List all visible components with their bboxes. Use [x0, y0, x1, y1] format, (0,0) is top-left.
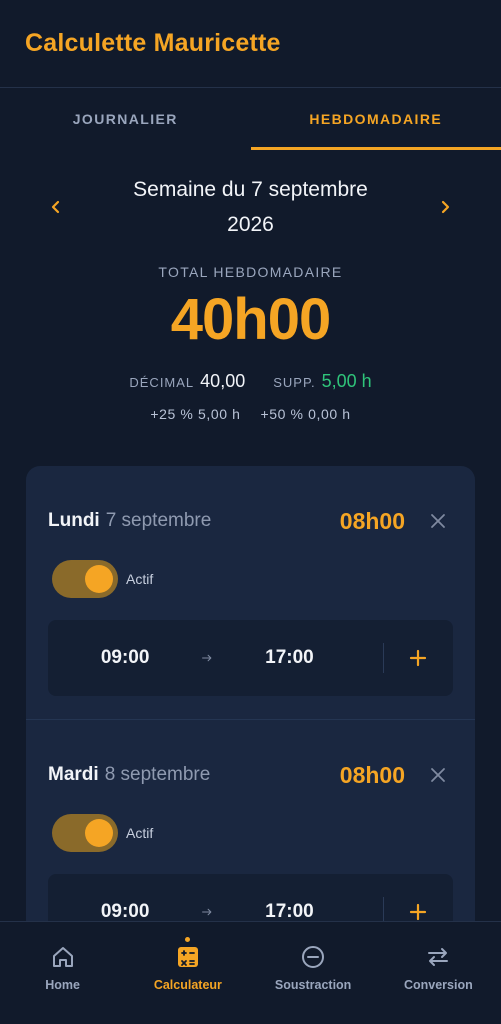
toggle-knob — [85, 819, 113, 847]
day-hours: 08h00 — [339, 507, 405, 534]
total-value: 40h00 — [170, 287, 331, 352]
minus-circle-icon — [302, 946, 325, 968]
arrow-right-icon — [202, 651, 212, 665]
decimal-label: DÉCIMAL — [129, 375, 195, 390]
toggle-label: Actif — [126, 825, 154, 841]
next-week-button[interactable] — [429, 191, 461, 223]
nav-home[interactable]: Home — [0, 922, 125, 1024]
close-icon — [431, 768, 445, 782]
day-name: Mardi — [48, 764, 99, 785]
end-time[interactable]: 17:00 — [212, 647, 366, 669]
add-slot-button[interactable] — [384, 903, 453, 921]
day-hours: 08h00 — [339, 761, 405, 788]
day-card-lundi: Lundi 7 septembre 08h00 Actif 09:00 17:0… — [26, 466, 475, 720]
time-slot: 09:00 17:00 — [48, 620, 453, 696]
active-toggle-row: Actif — [48, 814, 453, 852]
total-label: TOTAL HEBDOMADAIRE — [158, 264, 343, 280]
home-icon — [52, 947, 73, 967]
nav-calculateur[interactable]: Calculateur — [125, 922, 250, 1024]
app-root: Calculette Mauricette JOURNALIER HEBDOMA… — [0, 0, 501, 1024]
nav-soustraction[interactable]: Soustraction — [251, 922, 376, 1024]
nav-label: Home — [45, 978, 80, 992]
tab-hebdomadaire[interactable]: HEBDOMADAIRE — [250, 88, 501, 150]
overtime-breakdown: +25 % 5,00 h +50 % 0,00 h — [0, 406, 501, 422]
overtime-25: +25 % 5,00 h — [150, 406, 241, 422]
tab-journalier[interactable]: JOURNALIER — [0, 88, 251, 150]
end-time[interactable]: 17:00 — [212, 901, 366, 923]
week-title-line2: 2026 — [227, 213, 274, 236]
tab-bar: JOURNALIER HEBDOMADAIRE — [0, 88, 501, 150]
day-header: Lundi 7 septembre 08h00 — [48, 506, 453, 536]
active-toggle[interactable] — [52, 814, 118, 852]
calculator-icon — [177, 947, 198, 967]
remove-day-button[interactable] — [423, 760, 453, 790]
nav-label: Calculateur — [153, 978, 222, 992]
overtime-50: +50 % 0,00 h — [260, 406, 351, 422]
active-toggle[interactable] — [52, 560, 118, 598]
plus-icon — [410, 649, 427, 667]
app-bar: Calculette Mauricette — [0, 0, 501, 88]
day-date: 8 septembre — [104, 764, 211, 785]
swap-arrows-icon — [428, 948, 449, 966]
supp-label: SUPP. — [273, 375, 316, 390]
bottom-navigation: Home Calculateur Soustraction Conversion — [0, 921, 501, 1024]
add-slot-button[interactable] — [384, 649, 453, 667]
start-time[interactable]: 09:00 — [48, 901, 202, 923]
toggle-knob — [85, 565, 113, 593]
decimal-stat: DÉCIMAL 40,00 — [129, 371, 245, 392]
active-indicator — [185, 937, 191, 942]
active-toggle-row: Actif — [48, 560, 453, 598]
nav-conversion[interactable]: Conversion — [376, 922, 501, 1024]
decimal-value: 40,00 — [200, 371, 246, 391]
day-name: Lundi — [48, 510, 100, 531]
day-list: Lundi 7 septembre 08h00 Actif 09:00 17:0… — [26, 466, 475, 974]
chevron-left-icon — [51, 200, 60, 214]
toggle-label: Actif — [126, 571, 154, 587]
app-title: Calculette Mauricette — [25, 29, 281, 57]
plus-icon — [410, 903, 427, 921]
remove-day-button[interactable] — [423, 506, 453, 536]
day-header: Mardi 8 septembre 08h00 — [48, 760, 453, 790]
previous-week-button[interactable] — [40, 191, 72, 223]
stats-row: DÉCIMAL 40,00 SUPP. 5,00 h — [0, 371, 501, 392]
close-icon — [431, 514, 445, 528]
chevron-right-icon — [441, 200, 450, 214]
nav-label: Soustraction — [274, 978, 352, 992]
arrow-right-icon — [202, 905, 212, 919]
day-date: 7 septembre — [105, 510, 212, 531]
supp-stat: SUPP. 5,00 h — [273, 371, 371, 392]
nav-label: Conversion — [403, 978, 473, 992]
start-time[interactable]: 09:00 — [48, 647, 202, 669]
week-title-line1: Semaine du 7 septembre — [133, 178, 368, 201]
weekly-totals: TOTAL HEBDOMADAIRE 40h00 DÉCIMAL 40,00 SU… — [0, 264, 501, 422]
week-title: Semaine du 7 septembre 2026 — [101, 172, 401, 242]
supp-value: 5,00 h — [321, 371, 372, 391]
week-navigator: Semaine du 7 septembre 2026 — [0, 150, 501, 242]
